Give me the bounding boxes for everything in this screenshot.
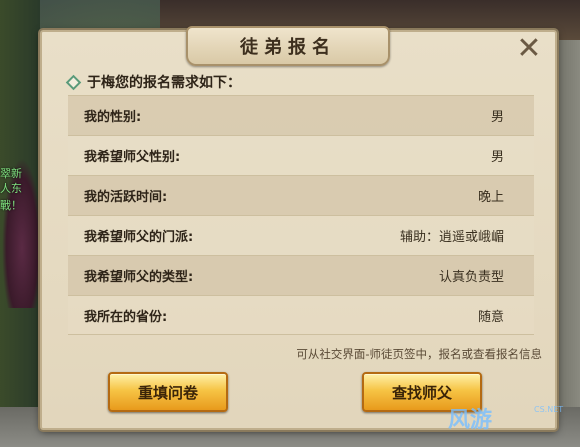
requirement-row: 我的性别: 男 — [68, 95, 534, 135]
close-icon: ✕ — [516, 30, 542, 66]
requirement-row: 我希望师父性别: 男 — [68, 135, 534, 175]
requirement-row: 我希望师父的类型: 认真负责型 — [68, 255, 534, 295]
requirement-label: 我希望师父的类型: — [84, 270, 194, 285]
dialog-title: 徒弟报名 — [240, 37, 336, 58]
requirement-row: 我的活跃时间: 晚上 — [68, 175, 534, 215]
requirement-list: 我的性别: 男 我希望师父性别: 男 我的活跃时间: 晚上 我希望师父的门派: … — [68, 95, 534, 335]
requirement-label: 我的活跃时间: — [84, 190, 168, 205]
requirement-label: 我希望师父的门派: — [84, 230, 194, 245]
intro-line: 于梅您的报名需求如下： — [65, 72, 241, 92]
requirement-label: 我所在的省份: — [84, 309, 168, 325]
intro-text: 于梅您的报名需求如下： — [87, 75, 241, 91]
close-button[interactable]: ✕ — [513, 30, 545, 66]
dialog-title-tab: 徒弟报名 — [186, 26, 390, 66]
requirement-value: 随意 — [477, 309, 504, 325]
requirement-value: 男 — [490, 150, 504, 165]
requirement-row: 我希望师父的门派: 辅助：逍遥或峨嵋 — [68, 215, 534, 255]
background-name-text: 人东 — [0, 182, 22, 195]
requirement-value: 男 — [490, 110, 504, 125]
requirement-value: 晚上 — [477, 190, 504, 205]
diamond-bullet-icon — [65, 74, 82, 90]
requirement-value: 辅助：逍遥或峨嵋 — [399, 230, 504, 245]
requirement-label: 我的性别: — [84, 110, 142, 125]
refill-questionnaire-button[interactable]: 重填问卷 — [108, 372, 228, 412]
background-name-text: 戰！ — [0, 199, 22, 212]
watermark-logo: 风游 — [448, 408, 493, 433]
background-name-text: 翠新 — [0, 167, 22, 180]
requirement-value: 认真负责型 — [438, 270, 504, 285]
requirement-row: 我所在的省份: 随意 — [68, 295, 534, 335]
watermark-domain: CS.NET — [534, 405, 564, 414]
requirement-label: 我希望师父性别: — [84, 150, 181, 165]
hint-text: 可从社交界面-师徒页签中，报名或查看报名信息 — [296, 347, 542, 361]
